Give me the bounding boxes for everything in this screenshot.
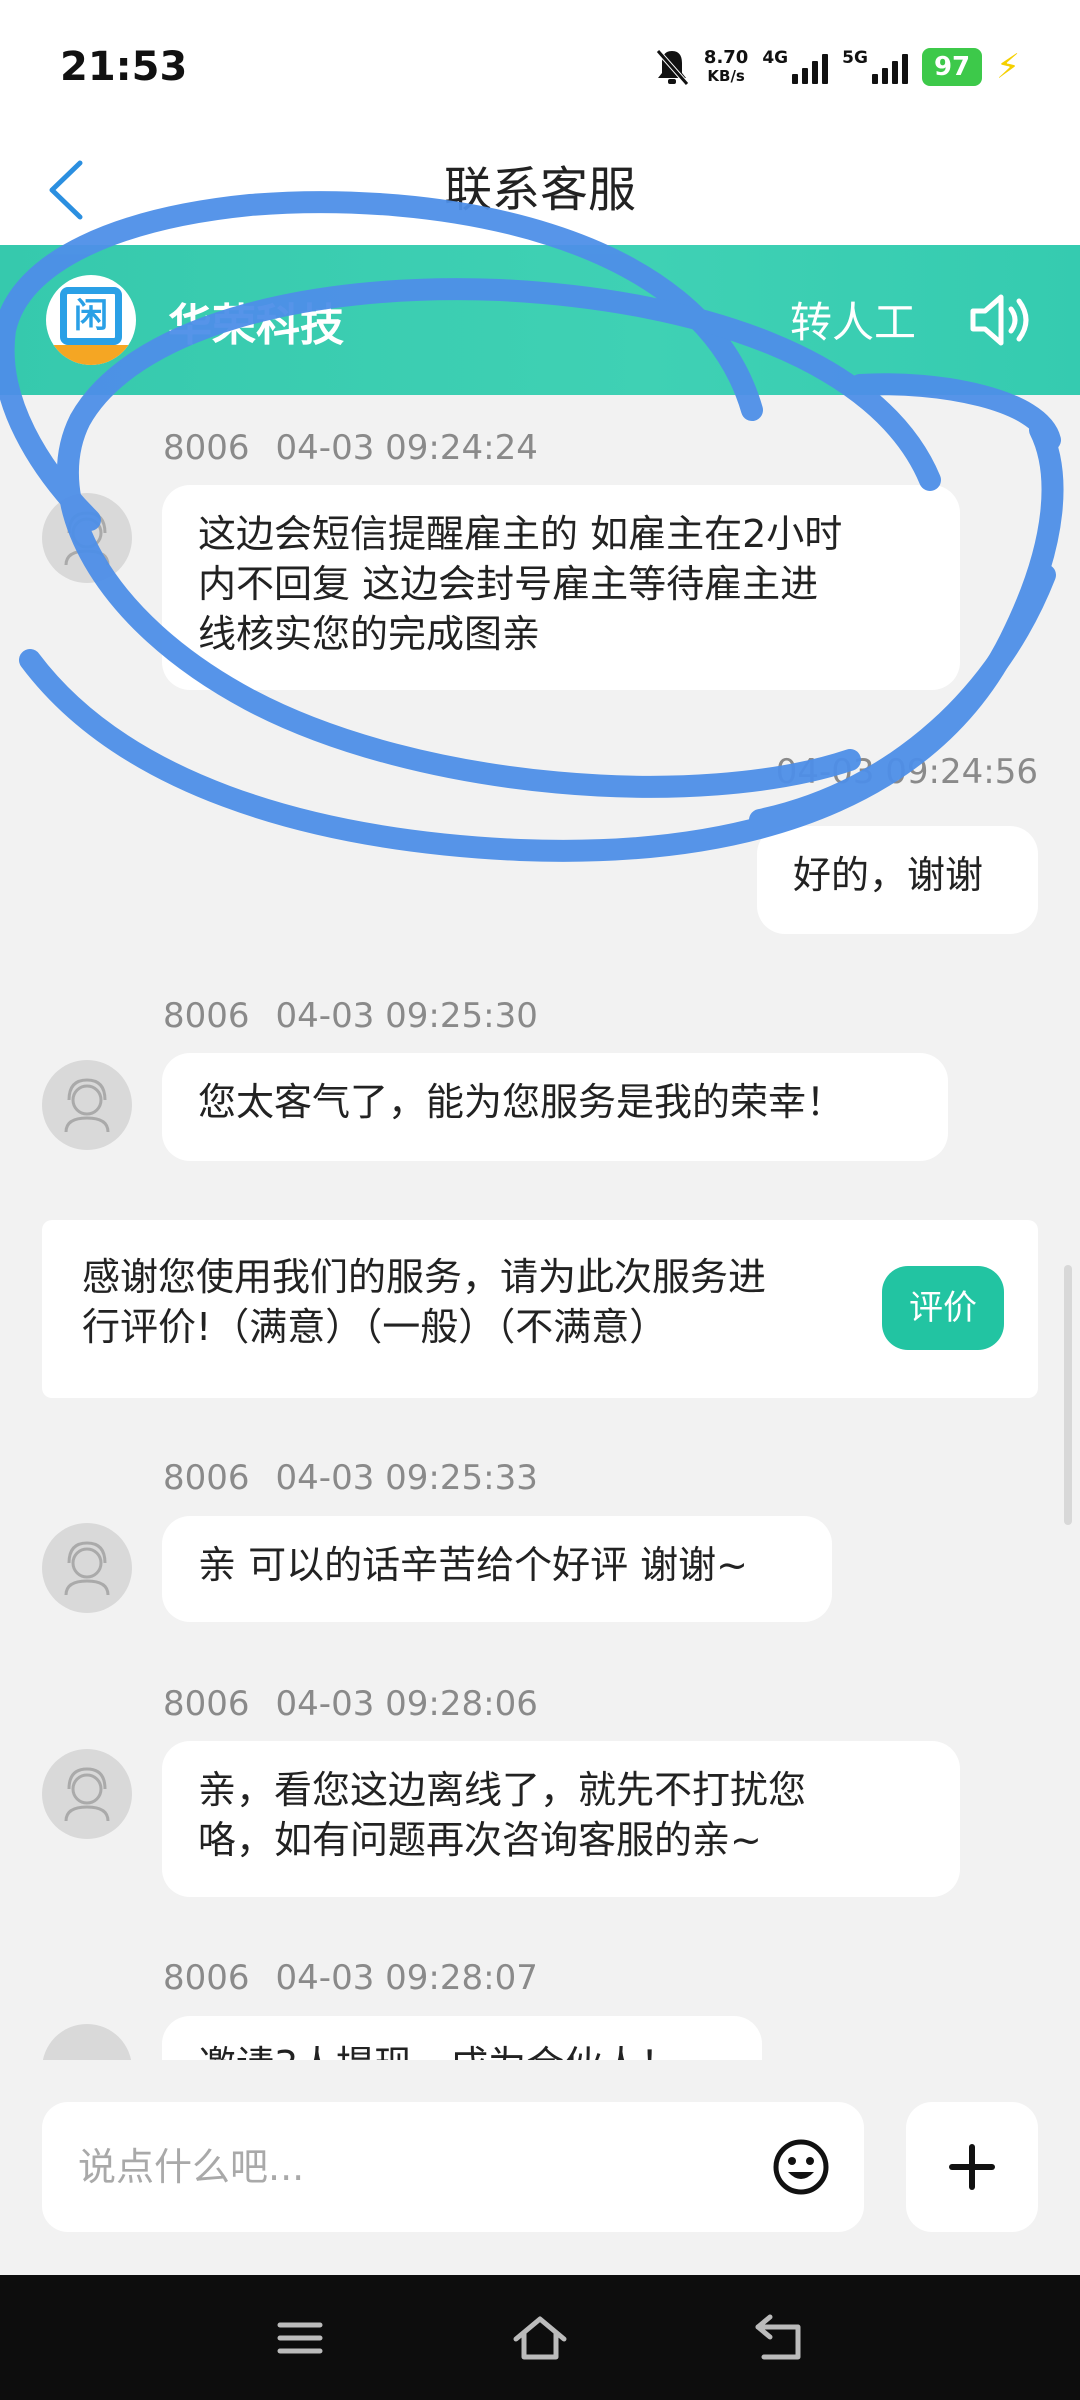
home-icon bbox=[513, 2316, 567, 2360]
top-header: 联系客服 bbox=[0, 135, 1080, 245]
support-agent-icon bbox=[64, 511, 110, 566]
composer bbox=[0, 2060, 1080, 2275]
agent-avatar bbox=[42, 2024, 132, 2060]
agent-avatar bbox=[42, 1060, 132, 1150]
speaker-icon bbox=[970, 294, 1029, 346]
message-meta: 8006 04-03 09:28:06 bbox=[163, 1684, 538, 1724]
agent-banner: 闲 华荣科技 转人工 bbox=[0, 245, 1080, 395]
message-meta: 8006 04-03 09:25:33 bbox=[163, 1458, 538, 1498]
message-bubble: 亲，看您这边离线了，就先不打扰您 咯，如有问题再次咨询客服的亲~ bbox=[162, 1741, 960, 1897]
app-logo-icon: 闲 bbox=[60, 287, 122, 345]
message-meta: 04-03 09:24:56 bbox=[775, 752, 1038, 792]
input-box bbox=[42, 2102, 864, 2232]
message-input[interactable] bbox=[78, 2102, 758, 2232]
agent-avatar bbox=[42, 1749, 132, 1839]
agent-logo: 闲 bbox=[46, 275, 136, 365]
add-attachment-button[interactable] bbox=[906, 2102, 1038, 2232]
message-meta: 8006 04-03 09:28:07 bbox=[163, 1958, 538, 1998]
signal-bars-icon bbox=[792, 50, 829, 84]
partial-message-clip: 邀请3人提现，成为合伙人！ bbox=[0, 2010, 1080, 2060]
emoji-icon bbox=[773, 2139, 829, 2195]
status-bar: 21:53 8.70 KB/s 4G 5G 97 ⚡ bbox=[0, 0, 1080, 135]
mute-bell-icon bbox=[656, 49, 689, 86]
signal-5g: 5G bbox=[842, 50, 908, 84]
message-bubble: 这边会短信提醒雇主的 如雇主在2小时 内不回复 这边会封号雇主等待雇主进 线核实… bbox=[162, 485, 960, 690]
status-icons: 8.70 KB/s 4G 5G 97 ⚡ bbox=[654, 44, 1020, 90]
system-nav-bar bbox=[0, 2275, 1080, 2400]
back-arrow-icon bbox=[755, 2314, 801, 2360]
support-agent-icon bbox=[64, 1767, 110, 1822]
evaluation-card: 感谢您使用我们的服务，请为此次服务进 行评价!（满意）（一般）（不满意） 评价 bbox=[42, 1220, 1038, 1398]
plus-icon bbox=[949, 2144, 995, 2190]
agent-name: 华荣科技 bbox=[168, 300, 344, 351]
battery-level: 97 bbox=[921, 48, 983, 86]
menu-icon bbox=[277, 2322, 323, 2354]
home-nav-button[interactable] bbox=[510, 2311, 570, 2365]
signal-bars-icon bbox=[871, 50, 908, 84]
message-bubble: 亲 可以的话辛苦给个好评 谢谢~ bbox=[162, 1516, 832, 1622]
emoji-button[interactable] bbox=[770, 2136, 832, 2198]
message-meta: 8006 04-03 09:24:24 bbox=[163, 428, 538, 468]
message-bubble: 您太客气了，能为您服务是我的荣幸！ bbox=[162, 1053, 948, 1161]
speaker-button[interactable] bbox=[965, 285, 1035, 355]
charging-bolt-icon: ⚡ bbox=[996, 47, 1020, 87]
signal-4g: 4G bbox=[762, 50, 829, 84]
menu-nav-button[interactable] bbox=[270, 2311, 330, 2365]
support-agent-icon bbox=[64, 1541, 110, 1596]
evaluate-button[interactable]: 评价 bbox=[882, 1266, 1004, 1350]
page-title: 联系客服 bbox=[443, 162, 636, 218]
transfer-to-human-button[interactable]: 转人工 bbox=[790, 289, 916, 350]
agent-avatar bbox=[42, 1523, 132, 1613]
back-nav-button[interactable] bbox=[750, 2311, 810, 2365]
clock: 21:53 bbox=[60, 44, 188, 90]
support-agent-icon bbox=[64, 1078, 110, 1133]
network-speed: 8.70 KB/s bbox=[703, 47, 749, 86]
evaluation-text: 感谢您使用我们的服务，请为此次服务进 行评价!（满意）（一般）（不满意） bbox=[82, 1255, 767, 1349]
agent-avatar bbox=[42, 493, 132, 583]
scrollbar-thumb[interactable] bbox=[1064, 1265, 1072, 1525]
message-meta: 8006 04-03 09:25:30 bbox=[163, 996, 538, 1036]
user-message-bubble: 好的，谢谢 bbox=[757, 826, 1038, 934]
message-bubble: 邀请3人提现，成为合伙人！ bbox=[162, 2016, 762, 2060]
